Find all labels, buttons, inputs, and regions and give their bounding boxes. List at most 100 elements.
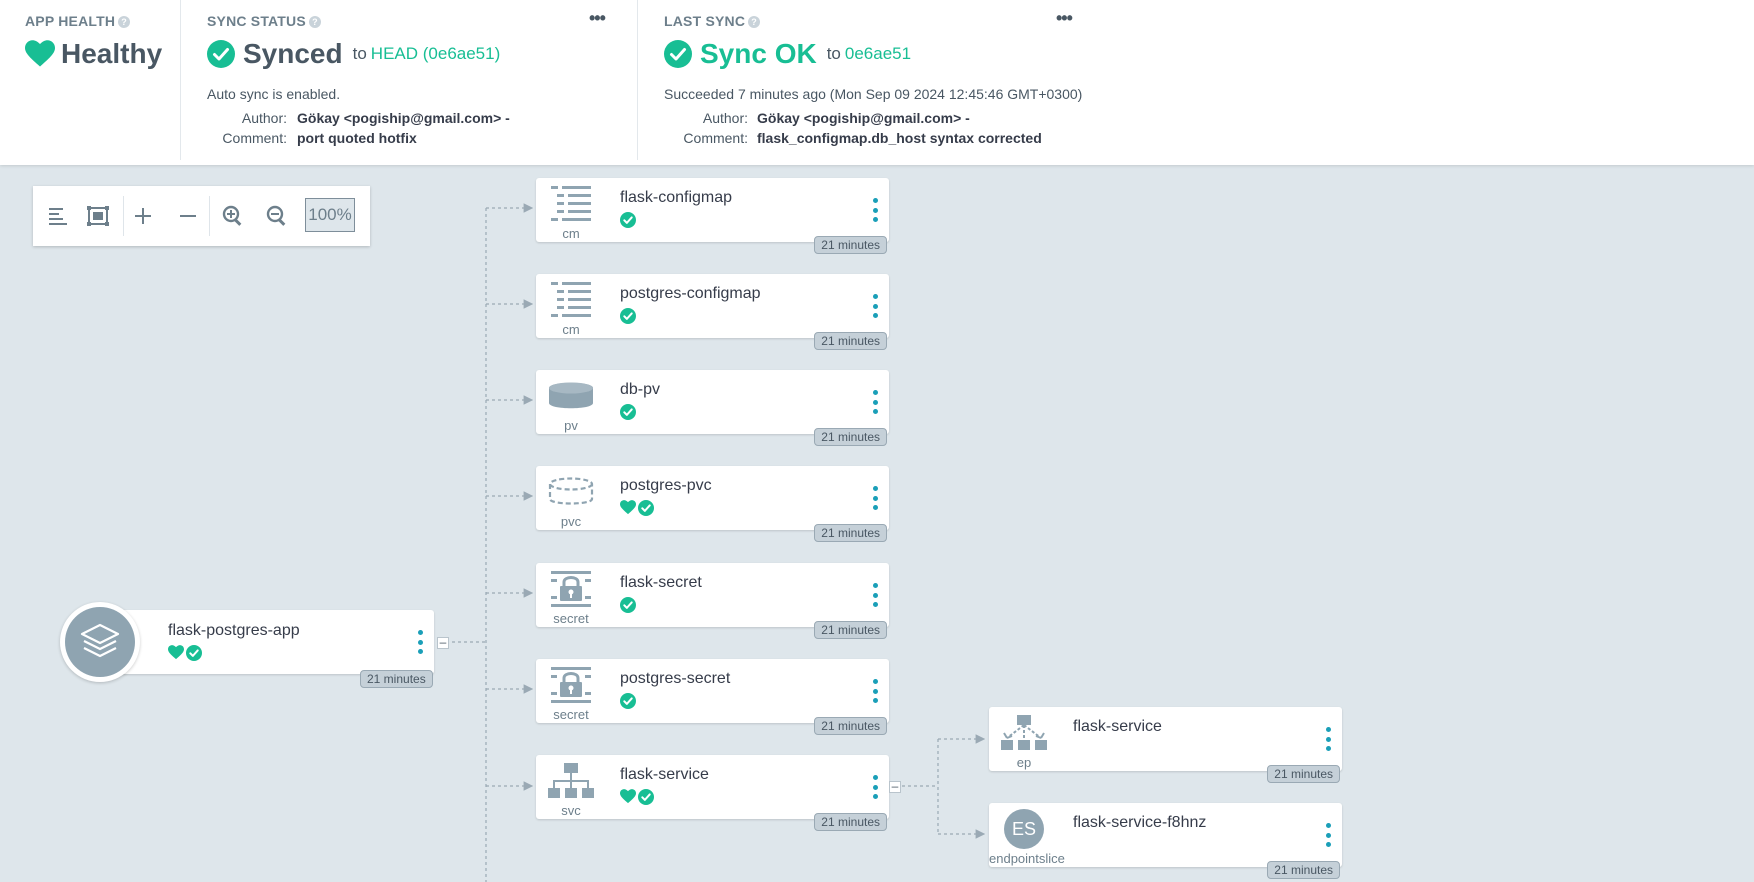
- node-menu-icon[interactable]: [1324, 727, 1332, 751]
- heart-icon: [168, 645, 184, 666]
- comment-value: port quoted hotfix: [297, 130, 417, 146]
- app-node[interactable]: flask-postgres-app 21 minutes: [94, 610, 434, 688]
- layers-icon: [65, 607, 135, 677]
- resource-kind-label: secret: [553, 707, 589, 722]
- fit-view-icon[interactable]: [82, 200, 114, 232]
- toolbar-divider: [123, 196, 124, 236]
- zoom-in-icon[interactable]: [217, 200, 249, 232]
- resource-node[interactable]: svc flask-service 21 minutes: [536, 755, 889, 831]
- resource-status: [620, 212, 636, 233]
- sync-comment-row: Comment: port quoted hotfix: [207, 130, 627, 150]
- resource-node[interactable]: ep flask-service 21 minutes: [989, 707, 1342, 783]
- node-menu-icon[interactable]: [871, 679, 879, 703]
- configmap-icon: [544, 280, 598, 320]
- check-circle-icon: [638, 500, 654, 521]
- resource-name: postgres-pvc: [620, 477, 712, 494]
- check-circle-icon: [620, 404, 636, 425]
- app-status-header: APP HEALTH? Healthy SYNC STATUS? ••• Syn…: [0, 0, 1754, 165]
- node-menu-icon[interactable]: [871, 294, 879, 318]
- author-value: Gökay <pogiship@gmail.com> -: [757, 110, 970, 126]
- volume-claim-icon: [544, 472, 598, 512]
- secret-icon: [544, 665, 598, 705]
- resource-name: flask-service: [1073, 718, 1162, 735]
- heart-icon: [25, 40, 55, 68]
- comment-value: flask_configmap.db_host syntax corrected: [757, 130, 1042, 146]
- graph-toolbar: 100%: [33, 186, 370, 246]
- collapse-toggle[interactable]: –: [437, 636, 449, 649]
- expand-icon[interactable]: [127, 200, 159, 232]
- list-view-icon[interactable]: [42, 200, 74, 232]
- resource-kind-label: cm: [562, 226, 580, 241]
- comment-label: Comment:: [683, 130, 748, 146]
- node-menu-icon[interactable]: [871, 486, 879, 510]
- node-menu-icon[interactable]: [871, 583, 879, 607]
- resource-status: [620, 404, 636, 425]
- resource-name: flask-service: [620, 766, 709, 783]
- resource-name: postgres-secret: [620, 670, 731, 687]
- resource-node[interactable]: secret flask-secret 21 minutes: [536, 563, 889, 639]
- app-health-title: APP HEALTH?: [25, 13, 131, 29]
- last-sync-title: LAST SYNC?: [664, 13, 761, 29]
- last-sync-comment-row: Comment: flask_configmap.db_host syntax …: [664, 130, 1134, 150]
- age-badge: 21 minutes: [814, 524, 887, 542]
- last-sync-revision-link[interactable]: 0e6ae51: [845, 44, 911, 64]
- age-badge: 21 minutes: [814, 236, 887, 254]
- zoom-level-input[interactable]: 100%: [305, 198, 355, 232]
- sync-status-title: SYNC STATUS?: [207, 13, 321, 29]
- check-circle-icon: [620, 212, 636, 233]
- resource-status: [620, 693, 636, 714]
- app-node-name: flask-postgres-app: [168, 622, 300, 639]
- zoom-out-icon[interactable]: [261, 200, 293, 232]
- comment-label: Comment:: [222, 130, 287, 146]
- configmap-icon: [544, 184, 598, 224]
- heart-icon: [620, 789, 636, 810]
- check-circle-icon: [664, 40, 692, 68]
- help-icon[interactable]: ?: [118, 16, 131, 28]
- age-badge: 21 minutes: [360, 670, 433, 688]
- resource-node[interactable]: pvc postgres-pvc 21 minutes: [536, 466, 889, 542]
- resource-kind-label: pv: [564, 418, 578, 433]
- resource-name: flask-service-f8hnz: [1073, 814, 1207, 831]
- node-menu-icon[interactable]: [871, 390, 879, 414]
- node-menu-icon[interactable]: [416, 630, 424, 654]
- node-menu-icon[interactable]: [871, 775, 879, 799]
- last-sync-succeeded-text: Succeeded 7 minutes ago (Mon Sep 09 2024…: [664, 86, 1083, 102]
- collapse-icon[interactable]: [172, 200, 204, 232]
- endpointslice-badge: ES: [1004, 809, 1044, 849]
- more-options-icon[interactable]: •••: [1056, 8, 1073, 29]
- more-options-icon[interactable]: •••: [589, 8, 606, 29]
- node-menu-icon[interactable]: [871, 198, 879, 222]
- resource-node[interactable]: pv db-pv 21 minutes: [536, 370, 889, 446]
- resource-name: flask-configmap: [620, 189, 733, 206]
- age-badge: 21 minutes: [814, 428, 887, 446]
- resource-name: flask-secret: [620, 574, 702, 591]
- sync-status-panel: SYNC STATUS? ••• Synced to HEAD (0e6ae51…: [181, 0, 637, 160]
- last-sync-author-row: Author: Gökay <pogiship@gmail.com> -: [664, 110, 1134, 130]
- check-circle-icon: [638, 789, 654, 810]
- sync-revision-link[interactable]: HEAD (0e6ae51): [371, 44, 500, 64]
- toolbar-divider: [209, 196, 210, 236]
- resource-status: [620, 500, 654, 521]
- resource-node[interactable]: ES endpointslice flask-service-f8hnz 21 min…: [989, 803, 1342, 879]
- resource-kind-label: cm: [562, 322, 580, 337]
- check-circle-icon: [620, 308, 636, 329]
- auto-sync-text: Auto sync is enabled.: [207, 86, 341, 102]
- last-sync-to-label: to: [826, 44, 841, 63]
- help-icon[interactable]: ?: [308, 16, 321, 28]
- resource-status: [620, 789, 654, 810]
- sync-status-value: Synced: [243, 38, 343, 69]
- help-icon[interactable]: ?: [748, 16, 761, 28]
- resource-name: postgres-configmap: [620, 285, 761, 302]
- resource-kind-label: svc: [561, 803, 581, 818]
- age-badge: 21 minutes: [814, 813, 887, 831]
- resource-node[interactable]: cm flask-configmap 21 minutes: [536, 178, 889, 254]
- collapse-toggle[interactable]: –: [889, 780, 901, 793]
- age-badge: 21 minutes: [814, 621, 887, 639]
- check-circle-icon: [620, 597, 636, 618]
- check-circle-icon: [186, 645, 202, 666]
- resource-node[interactable]: secret postgres-secret 21 minutes: [536, 659, 889, 735]
- age-badge: 21 minutes: [814, 332, 887, 350]
- resource-node[interactable]: cm postgres-configmap 21 minutes: [536, 274, 889, 350]
- resource-name: db-pv: [620, 381, 661, 398]
- node-menu-icon[interactable]: [1324, 823, 1332, 847]
